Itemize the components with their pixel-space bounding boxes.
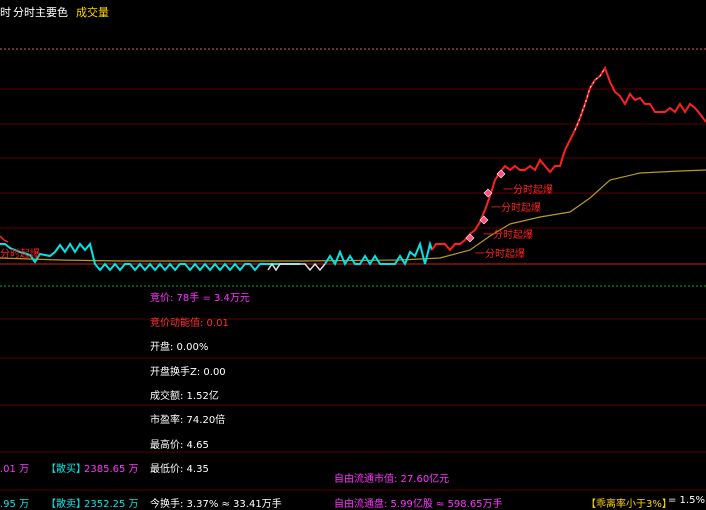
avg-price-line [0,169,706,262]
price-line-left-red [0,235,9,243]
surge-annotation: 一分时起爆 [475,249,525,260]
retail-sell-value: .95 万 [0,499,30,510]
open-pct: 开盘: 0.00% [150,342,209,353]
header-fragment: 时 [0,6,11,19]
header-title[interactable]: 分时主要色 [13,4,68,20]
intraday-chart [0,48,706,491]
low-price: 最低价: 4.35 [150,464,209,475]
surge-annotation: 一分时起爆 [483,230,533,241]
volume-label[interactable]: 成交量 [76,4,109,20]
float-mcap: 自由流通市值: 27.60亿元 [334,474,450,485]
open-turnover: 开盘换手Z: 0.00 [150,367,226,378]
surge-annotation: 一分时起爆 [491,203,541,214]
price-line-up [431,65,706,252]
retail-sell-amount: 2352.25 万 [84,499,139,510]
grid-lines [0,88,706,491]
retail-sell-tag: 【散卖】 [46,499,86,510]
bid-price: 竞价: 78手 = 3.4万元 [150,293,250,304]
float-shares: 自由流通盘: 5.99亿股 ≈ 598.65万手 [334,499,503,510]
turnover-amount: 成交额: 1.52亿 [150,391,219,402]
retail-buy-value: .01 万 [0,464,30,475]
deviation-label: 【乖离率小于3%】 [586,499,672,510]
retail-buy-tag: 【散买】 [46,464,86,475]
high-price: 最高价: 4.65 [150,440,209,451]
chart-header: 时 分时主要色 成交量 [0,0,706,20]
surge-marker-icon [465,233,475,243]
bid-momentum: 竞价动能值: 0.01 [150,318,229,329]
surge-marker-icon [496,169,506,179]
deviation-value: = 1.5% [668,495,705,506]
today-turnover: 今换手: 3.37% ≈ 33.41万手 [150,499,282,510]
price-line-down [0,241,300,272]
surge-annotation: 一分时起爆 [503,185,553,196]
pe-ratio: 市盈率: 74.20倍 [150,415,226,426]
surge-annotation: 分时起爆 [0,249,40,260]
retail-buy-amount: 2385.65 万 [84,464,139,475]
